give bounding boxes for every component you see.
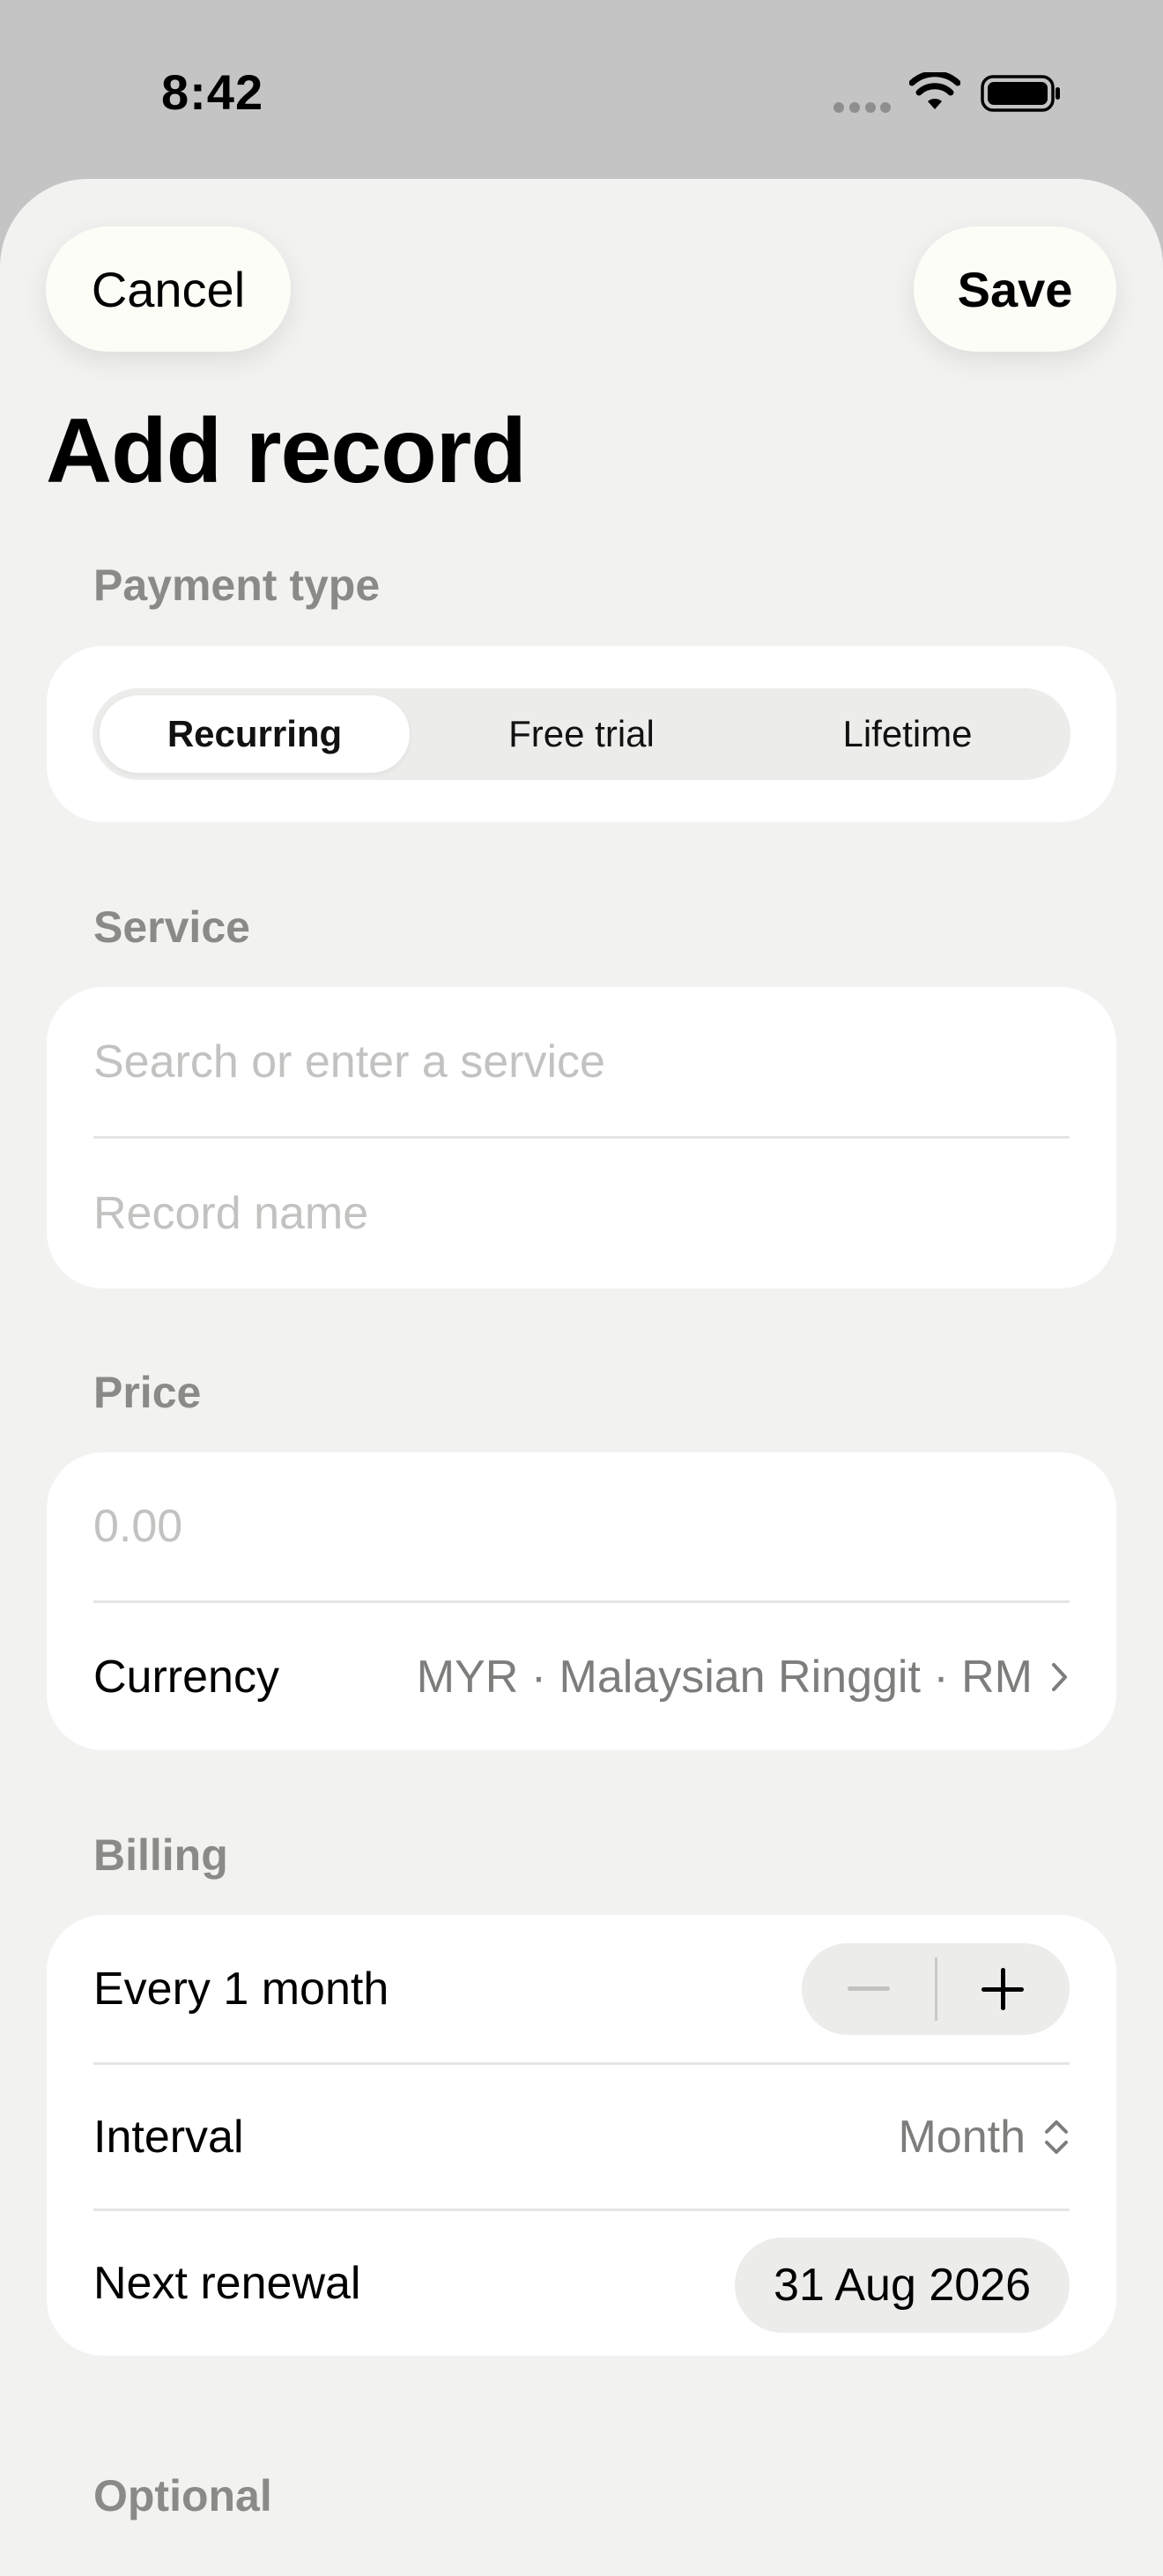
billing-card: Every 1 month Interval Month Next renewa… [47,1915,1116,2356]
interval-row[interactable]: Interval Month [93,2065,1070,2209]
segment-free-trial[interactable]: Free trial [419,688,744,780]
currency-row-label: Currency [93,1651,279,1703]
service-search-input[interactable] [93,1036,1070,1088]
frequency-stepper [802,1943,1070,2035]
minus-icon [848,1986,890,1991]
price-amount-input[interactable] [93,1500,1070,1553]
plus-icon [982,1968,1024,2010]
price-amount-row [93,1452,1070,1600]
segment-lifetime[interactable]: Lifetime [744,688,1070,780]
page-title: Add record [46,400,527,502]
record-name-row [93,1139,1070,1288]
segment-recurring[interactable]: Recurring [100,695,410,773]
increment-button[interactable] [936,1943,1070,2035]
currency-row[interactable]: Currency MYR · Malaysian Ringgit · RM [93,1603,1070,1750]
service-card [47,987,1116,1288]
cellular-signal-icon [833,102,891,113]
status-bar: 8:42 [0,0,1163,176]
decrement-button[interactable] [802,1943,936,2035]
service-row [93,987,1070,1137]
billing-label: Billing [93,1830,228,1880]
save-button[interactable]: Save [914,226,1116,352]
optional-label: Optional [93,2471,272,2520]
service-label: Service [93,902,250,952]
payment-type-card: Recurring Free trial Lifetime [47,646,1116,822]
battery-icon [981,75,1060,112]
wifi-icon [909,72,960,109]
currency-value: MYR · Malaysian Ringgit · RM [416,1651,1033,1703]
chevron-right-icon [1052,1662,1067,1691]
chevron-up-down-icon [1045,2120,1068,2154]
price-card: Currency MYR · Malaysian Ringgit · RM [47,1452,1116,1750]
add-record-sheet: Cancel Save Add record Payment type Recu… [0,179,1163,2576]
payment-type-segmented-control: Recurring Free trial Lifetime [93,688,1070,780]
status-time: 8:42 [161,64,264,120]
interval-row-label: Interval [93,2112,244,2163]
price-label: Price [93,1368,202,1417]
payment-type-label: Payment type [93,560,381,610]
next-renewal-date-button[interactable]: 31 Aug 2026 [735,2238,1070,2333]
record-name-input[interactable] [93,1187,1070,1240]
cancel-button[interactable]: Cancel [46,226,291,352]
interval-value: Month [898,2112,1026,2163]
